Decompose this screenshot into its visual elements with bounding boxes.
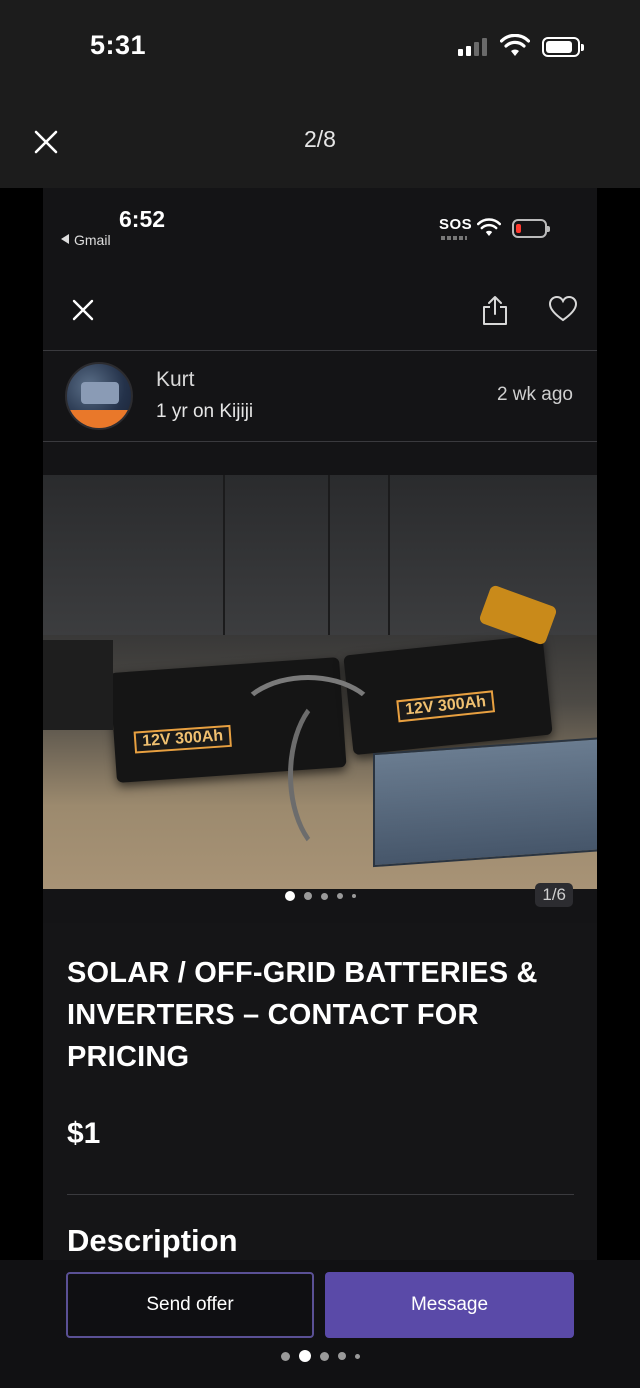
photo-counter: 1/6 [535, 883, 573, 907]
wifi-icon [500, 34, 530, 56]
listing-close-icon[interactable] [71, 298, 95, 322]
seller-divider [43, 441, 597, 442]
battery-left-label: 12V 300Ah [133, 724, 232, 754]
back-app-label: Gmail [74, 232, 111, 248]
description-heading: Description [67, 1223, 238, 1258]
listing-title: SOLAR / OFF-GRID BATTERIES & INVERTERS –… [67, 957, 538, 1073]
price-divider [67, 1194, 574, 1195]
signal-dots-icon [441, 236, 467, 240]
viewer-pagination-dots [0, 1350, 640, 1362]
image-counter: 2/8 [304, 126, 336, 152]
back-arrow-icon [61, 234, 69, 244]
embedded-status-time: 6:52 [119, 206, 166, 232]
cable [288, 690, 388, 860]
status-time: 5:31 [90, 30, 147, 60]
action-bar: Send offer Message [0, 1260, 640, 1388]
seller-tenure: 1 yr on Kijiji [156, 401, 254, 422]
photo-pagination-dots [43, 891, 597, 901]
battery-icon [542, 37, 584, 57]
message-button[interactable]: Message [325, 1272, 574, 1338]
favorite-heart-icon[interactable] [549, 296, 577, 322]
header-divider [43, 350, 597, 351]
posted-time: 2 wk ago [496, 384, 573, 405]
seller-name[interactable]: Kurt [156, 368, 195, 392]
share-icon[interactable] [481, 294, 509, 326]
status-bar: 5:31 [0, 0, 640, 100]
inverter [373, 736, 597, 868]
send-offer-button[interactable]: Send offer [66, 1272, 314, 1338]
seller-avatar[interactable] [65, 362, 133, 430]
viewer-header: 2/8 [0, 100, 640, 188]
sos-indicator: SOS [439, 216, 473, 233]
battery-right-label: 12V 300Ah [396, 690, 495, 723]
embedded-screenshot[interactable]: 6:52 Gmail SOS Kurt 1 yr on Kijiji 2 wk … [43, 188, 597, 1280]
back-to-app-link[interactable]: Gmail [61, 232, 111, 248]
cellular-signal-icon [458, 38, 487, 56]
listing-price: $1 [67, 1117, 101, 1150]
embedded-wifi-icon [477, 218, 501, 236]
embedded-battery-low-icon [512, 219, 550, 238]
listing-photo[interactable]: 12V 300Ah 12V 300Ah [43, 475, 597, 889]
